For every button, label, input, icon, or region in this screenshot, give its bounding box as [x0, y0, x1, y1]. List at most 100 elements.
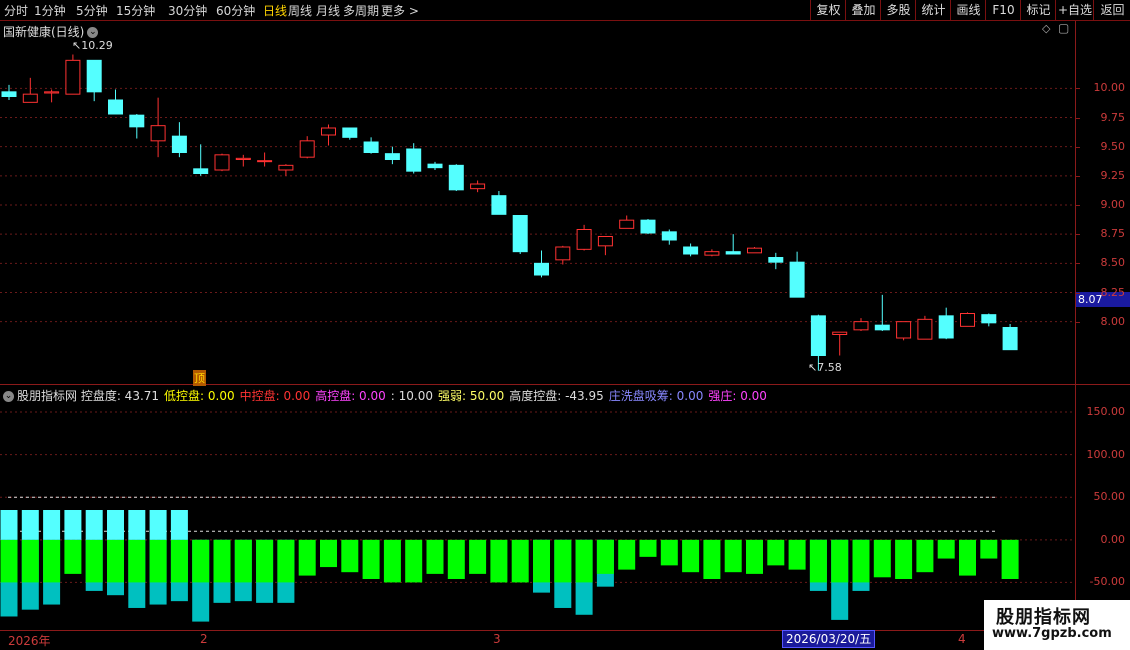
candle-body — [725, 251, 741, 255]
candle-body — [832, 331, 848, 335]
indicator-field: 低控盘: 0.00 — [164, 389, 235, 403]
candle-body — [938, 315, 954, 339]
candle-body — [86, 59, 102, 93]
indicator-bar-green — [64, 539, 82, 574]
indicator-bar-green — [107, 539, 124, 583]
indicator-bar-green — [1001, 539, 1019, 579]
indicator-field: 强弱: 50.00 — [438, 389, 505, 403]
indicator-bar-green — [959, 539, 976, 576]
indicator-bar-green — [192, 539, 210, 583]
indicator-bar-green — [767, 539, 785, 566]
y-tick-mark — [1075, 205, 1080, 206]
candle-body — [342, 127, 358, 138]
diamond-icon[interactable]: ◇ — [1042, 22, 1050, 35]
indicator-bar-cyan — [149, 510, 167, 540]
indicator-bar-green — [0, 539, 18, 583]
y-tick-label: 9.00 — [1100, 198, 1126, 211]
candle-body — [427, 163, 443, 169]
date-label-apr: 4 — [958, 632, 966, 646]
candle-body — [65, 59, 81, 95]
candle-body — [491, 195, 507, 215]
candle-body — [917, 318, 933, 340]
date-label-year: 2026年 — [8, 634, 51, 648]
candle-body — [874, 324, 890, 331]
indicator-bar-green — [234, 539, 252, 583]
indicator-bar-green — [703, 539, 721, 579]
indicator-bar-green — [937, 539, 955, 559]
candle-body — [704, 251, 720, 256]
candle-body — [555, 246, 571, 261]
indicator-bar-green — [490, 539, 508, 583]
candle-body — [214, 154, 230, 171]
indicator-bar-green — [660, 539, 678, 566]
indicator-bar-green — [213, 539, 231, 583]
indicator-bar-green — [809, 539, 827, 583]
candle-body — [896, 321, 912, 339]
indicator-bar-green — [980, 539, 998, 559]
indicator-legend: ⌄ 股朋指标网 控盘度: 43.71 低控盘: 0.00 中控盘: 0.00 高控盘: … — [3, 387, 772, 404]
y-tick-label: 8.75 — [1100, 227, 1126, 241]
indicator-bar-green — [277, 539, 295, 583]
candle-body — [406, 148, 422, 172]
indicator-bar-green — [128, 539, 146, 583]
candle-body — [640, 219, 656, 234]
watermark: 股朋指标网 www.7gpzb.com — [984, 600, 1130, 650]
candle-body — [1002, 327, 1018, 351]
candle-body — [470, 183, 486, 190]
indicator-bar-green — [341, 539, 359, 573]
indicator-bar-green — [426, 539, 444, 574]
indicator-bar-green — [554, 539, 572, 583]
indicator-bar-green — [149, 539, 167, 583]
y-tick-mark — [1075, 146, 1080, 148]
chevron-down-icon[interactable]: ⌄ — [3, 391, 14, 402]
indicator-name: 股朋指标网 — [17, 389, 81, 403]
y-tick-mark — [1075, 234, 1080, 236]
indicator-bar-green — [469, 539, 487, 574]
high-label: ↖10.29 — [72, 39, 113, 52]
candle-body — [576, 229, 592, 250]
candle-body — [789, 261, 805, 298]
indicator-field: : 10.00 — [390, 389, 433, 403]
indicator-bar-green — [895, 539, 913, 579]
axis-separator — [1075, 21, 1076, 631]
candle-body — [44, 91, 60, 94]
indicator-bar-cyan — [107, 510, 124, 540]
y-tick-label: 10.00 — [1093, 81, 1126, 95]
candle-body — [257, 160, 273, 163]
y-tick-label: 8.00 — [1100, 314, 1126, 328]
low-label: ↖7.58 — [808, 361, 842, 374]
indicator-bar-green — [831, 539, 849, 583]
candlestick-chart[interactable] — [0, 0, 1075, 630]
indicator-bar-cyan — [128, 510, 146, 540]
indicator-bar-green — [596, 539, 614, 574]
indicator-bar-cyan — [0, 510, 18, 540]
indicator-bar-green — [405, 539, 423, 583]
y-tick-label: 100.00 — [1086, 447, 1126, 461]
candle-body — [448, 164, 464, 191]
candle-body — [768, 257, 784, 263]
indicator-field: 控盘度: 43.71 — [80, 389, 160, 403]
candle-body — [661, 231, 677, 241]
candle-body — [108, 99, 123, 115]
window-icon[interactable]: ▢ — [1058, 21, 1069, 35]
y-tick-label: 8.25 — [1100, 285, 1126, 299]
y-tick-mark — [1075, 117, 1080, 119]
indicator-bar-cyan — [170, 510, 188, 540]
date-label-feb: 2 — [200, 632, 208, 646]
indicator-field: 中控盘: 0.00 — [239, 389, 311, 403]
indicator-bar-green — [383, 539, 401, 583]
indicator-bar-green — [618, 539, 636, 570]
y-tick-mark — [1075, 175, 1080, 177]
y-tick-mark — [1075, 321, 1080, 323]
date-axis-separator — [0, 630, 1130, 631]
candle-body — [150, 125, 166, 142]
toolbar-button[interactable]: 返回 — [1093, 0, 1130, 20]
candle-body — [960, 313, 975, 327]
top-signal-marker: 顶 — [193, 370, 206, 386]
indicator-bar-green — [852, 539, 870, 583]
candle-body — [810, 315, 826, 357]
indicator-bar-green — [724, 539, 742, 573]
y-tick-label: 8.50 — [1100, 256, 1126, 270]
candle-body — [747, 247, 762, 254]
candle-body — [1, 91, 17, 98]
